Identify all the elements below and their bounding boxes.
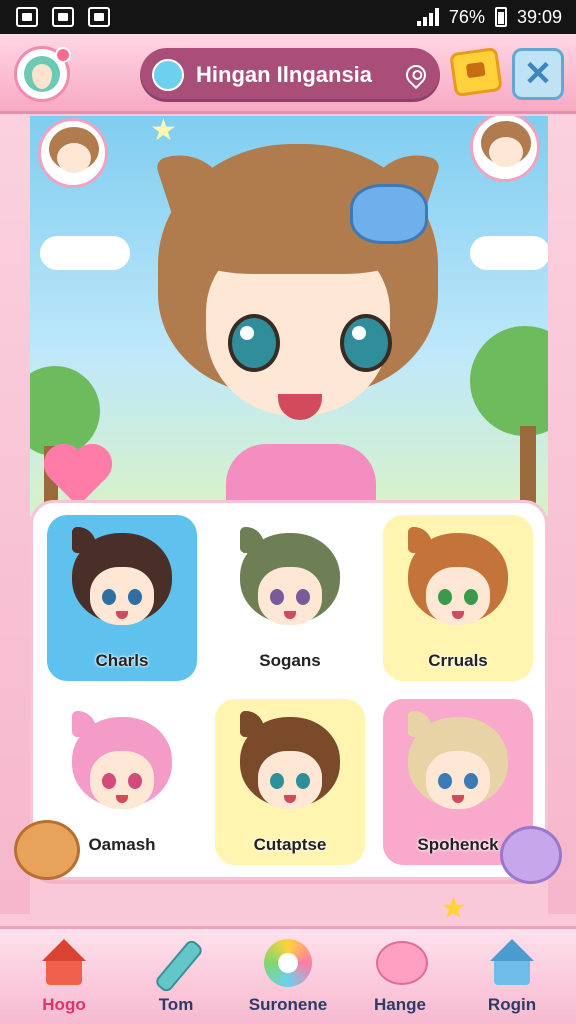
character-portrait — [72, 711, 172, 817]
character-name: Charls — [95, 651, 149, 670]
star-icon: ★ — [440, 892, 467, 925]
status-notifications — [16, 7, 110, 27]
page-title: Hingan Ilngansia — [196, 62, 373, 87]
tree-right — [470, 326, 548, 436]
character-portrait — [72, 527, 172, 633]
nav-item-suronene[interactable]: Suronene — [236, 931, 340, 1023]
character-tile[interactable]: Cutaptse — [215, 699, 365, 865]
character-portrait — [408, 527, 508, 633]
character-portrait — [240, 527, 340, 633]
nav-label: Hogo — [42, 994, 86, 1014]
character-portrait — [240, 711, 340, 817]
house-icon — [486, 938, 538, 987]
nav-item-tom[interactable]: Tom — [124, 931, 228, 1023]
chat-bubble-icon — [374, 939, 428, 987]
character-tile[interactable]: Crruals — [383, 515, 533, 681]
character-name: Crruals — [428, 651, 488, 670]
avatar — [24, 56, 60, 92]
location-pin-icon[interactable] — [401, 60, 431, 90]
friend-avatar-right[interactable] — [470, 116, 540, 182]
title-pill[interactable]: Hingan Ilngansia — [140, 48, 440, 102]
cloud-right — [470, 236, 548, 270]
hair-bow-icon — [350, 184, 428, 244]
character-grid: Charls Sogans Crruals Oamash Cutaptse Sp… — [30, 500, 548, 880]
status-bar: 76% 39:09 — [0, 0, 576, 34]
app-header: Hingan Ilngansia ✕ — [0, 34, 576, 114]
friend-avatar-left[interactable] — [38, 118, 108, 188]
message-icon — [88, 7, 110, 27]
character-tile[interactable]: Charls — [47, 515, 197, 681]
nav-label: Hange — [374, 994, 426, 1014]
notification-icon — [16, 7, 38, 27]
character-name: Sogans — [259, 651, 321, 670]
nav-item-rogin[interactable]: Rogin — [460, 931, 564, 1023]
battery-icon — [494, 7, 507, 27]
nav-label: Suronene — [248, 994, 328, 1014]
bear-mascot-icon[interactable] — [14, 820, 80, 880]
home-icon — [38, 938, 90, 987]
world-icon — [152, 59, 184, 91]
battery-percent: 76% — [448, 6, 485, 27]
bottom-nav: Hogo Tom Suronene Hange Rogin — [0, 926, 576, 1024]
signal-icon — [416, 8, 439, 26]
moon-bubble-icon[interactable] — [500, 826, 562, 884]
right-border-decoration — [548, 114, 576, 914]
gift-box-button[interactable] — [449, 46, 503, 98]
character-tile[interactable]: Sogans — [215, 515, 365, 681]
gallery-icon — [52, 7, 74, 27]
nav-item-hange[interactable]: Hange — [348, 931, 452, 1023]
clock: 39:09 — [516, 6, 562, 27]
left-border-decoration — [0, 114, 30, 914]
nav-label: Tom — [158, 994, 194, 1014]
character-portrait — [408, 711, 508, 817]
main-character[interactable] — [148, 142, 448, 516]
notification-badge — [55, 47, 71, 63]
profile-avatar-button[interactable] — [14, 46, 71, 102]
close-button[interactable]: ✕ — [512, 48, 564, 100]
pen-icon — [150, 939, 202, 987]
status-indicators: 76% 39:09 — [416, 6, 562, 28]
character-name: Oamash — [88, 835, 156, 854]
nav-item-hogo[interactable]: Hogo — [12, 931, 116, 1023]
cloud-left — [40, 236, 130, 270]
character-name: Cutaptse — [253, 835, 327, 854]
character-name: Spohenck — [417, 835, 499, 854]
color-ring-icon — [262, 938, 314, 987]
star-icon: ★ — [150, 114, 177, 147]
nav-label: Rogin — [487, 994, 537, 1014]
